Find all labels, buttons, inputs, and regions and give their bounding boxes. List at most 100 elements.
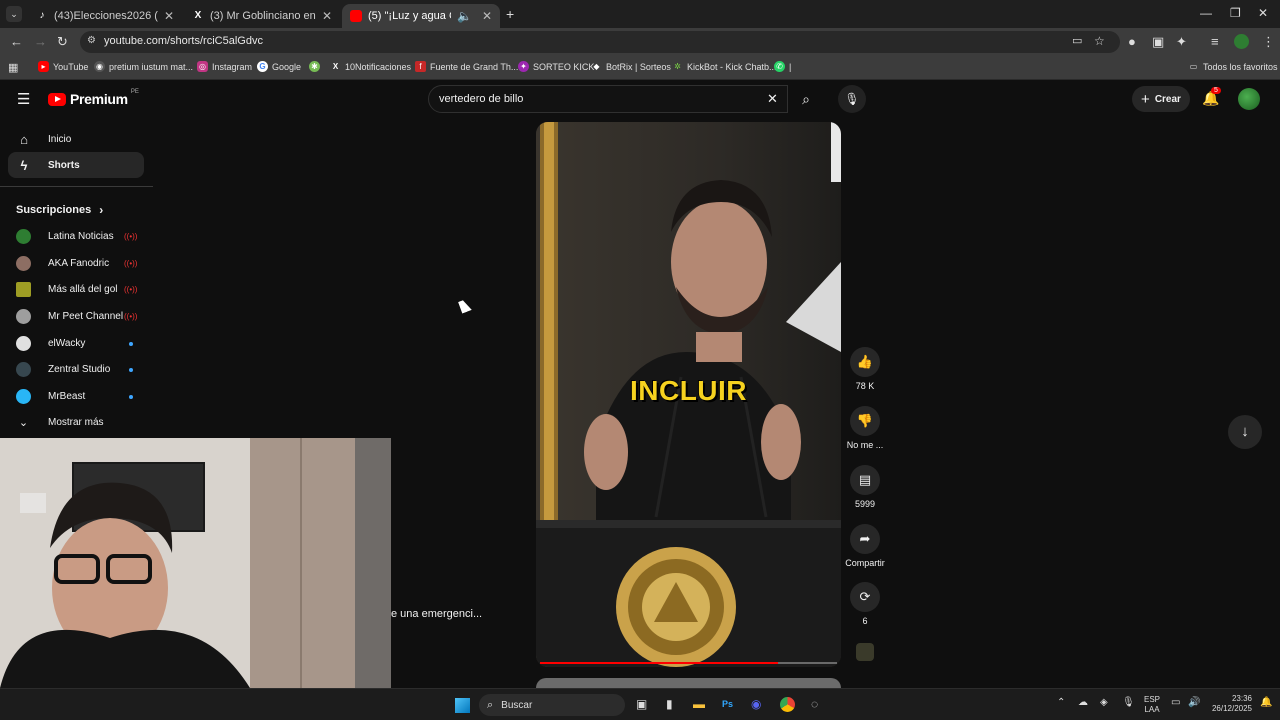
close-tab-icon[interactable]: ✕ [322,9,332,23]
audio-icon[interactable]: 🔈 [457,9,472,23]
photoshop-icon[interactable]: Ps [722,699,733,709]
all-bookmarks[interactable]: ▭ Todos los favoritos [1188,61,1278,72]
remix-button[interactable]: ⟳ 6 [844,582,886,626]
new-tab-icon[interactable]: + [506,6,514,22]
bookmark-instagram[interactable]: ◎ Instagram [197,61,252,72]
address-bar[interactable]: ⚙ youtube.com/shorts/rciC5alGdvc ▭ ☆ [80,31,1120,53]
menu-icon[interactable]: ⋮ [1262,35,1275,49]
display-icon[interactable]: ▭ [1171,697,1180,708]
bookmark-fuente-gta[interactable]: f Fuente de Grand Th... [415,61,518,72]
cast-icon[interactable]: ▭ [1072,34,1082,47]
back-icon[interactable]: ← [10,35,23,49]
subscriptions-header[interactable]: Suscripciones › [16,203,103,217]
app-icon[interactable]: ◌ [811,697,818,711]
bookmark-youtube[interactable]: ▸ YouTube [38,61,88,72]
avatar [16,336,31,351]
extension-icon[interactable]: ▣ [1152,35,1164,49]
apps-icon[interactable]: ▦ [8,61,18,74]
subscription-mr-peet-channel[interactable]: Mr Peet Channel ((•)) [16,309,146,324]
like-button[interactable]: 👍 78 K [844,347,886,391]
minimize-icon[interactable]: — [1200,6,1212,20]
network-icon[interactable]: ◈ [1100,697,1108,708]
bookmark-whatsapp[interactable]: ✆ | [774,61,791,72]
clear-search-icon[interactable]: ✕ [767,91,778,107]
windows-taskbar: ⌕ Buscar ▣ ▮ ▬ Ps ◉ ◌ ⌃ ☁ ◈ 🎙 ESP LAA ▭ 🔊… [0,688,1280,720]
share-button[interactable]: ➦ Compartir [844,524,886,568]
new-content-dot [129,394,133,399]
subscription-latina-noticias[interactable]: Latina Noticias ((•)) [16,229,146,244]
hamburger-menu-icon[interactable]: ☰ [17,90,30,108]
notification-center-icon[interactable]: 🔔 [1260,697,1272,708]
tab-list-icon[interactable]: ⌄ [6,6,22,22]
chrome-icon[interactable] [780,697,795,712]
bookmark-pretium[interactable]: ◉ pretium iustum mat... [94,61,193,72]
avatar [16,229,31,244]
youtube-premium-logo[interactable]: Premium PE [48,89,139,107]
close-tab-icon[interactable]: ✕ [164,9,174,23]
subscription-zentral-studio[interactable]: Zentral Studio [16,362,146,377]
bookmark-botrix[interactable]: ◆ BotRix | Sorteos [591,61,670,72]
kickbot-icon: ✲ [674,62,681,71]
subscription-mrbeast[interactable]: MrBeast [16,389,146,404]
new-content-dot [129,341,133,346]
google-icon: G [257,61,268,72]
plus-icon: + [1141,90,1150,108]
notifications-button[interactable]: 🔔 5 [1202,87,1221,107]
windows-start-icon[interactable] [455,698,470,713]
restore-icon[interactable]: ❐ [1230,6,1241,20]
next-short-preview[interactable] [536,678,841,688]
microphone-icon: 🎙 [844,92,860,106]
site-info-icon[interactable]: ⚙ [87,35,96,46]
profile-avatar[interactable] [1234,34,1249,49]
puzzle-icon[interactable]: ✦ [1176,35,1187,49]
search-input[interactable]: vertedero de billo ✕ [428,85,788,113]
subscription-mas-alla-del-gol[interactable]: Más allá del gol ((•)) [16,282,146,297]
microphone-icon[interactable]: 🎙 [1122,697,1135,708]
taskbar-search[interactable]: ⌕ Buscar [479,694,625,716]
volume-icon[interactable]: 🔊 [1188,697,1200,708]
kick-icon: ✦ [518,61,529,72]
search-query-text: vertedero de billo [439,93,524,105]
search-button[interactable]: ⌕ [790,85,822,113]
show-more-button[interactable]: ⌄ Mostrar más [16,416,146,429]
dislike-button[interactable]: 👎 No me ... [844,406,886,450]
tab-x[interactable]: X (3) Mr Goblinciano en X: "Si pe... ✕ [184,4,340,28]
next-video-button[interactable]: ↓ [1228,415,1262,449]
tab-tiktok[interactable]: ♪ (43)Elecciones2026 (@clipselec... ✕ [28,4,182,28]
bookmark-pinwheel[interactable]: ✱ [309,61,324,72]
bookmark-10notificaciones[interactable]: X 10Notificaciones [330,61,411,72]
bookmark-google[interactable]: G Google [257,61,301,72]
shorts-icon: ϟ [20,157,28,173]
remix-icon: ⟳ [850,582,880,612]
onedrive-icon[interactable]: ☁ [1078,697,1088,708]
sidebar-item-inicio[interactable]: ⌂ Inicio [8,126,144,152]
tab-youtube-active[interactable]: (5) "¡Luz y agua GRATIS!" - Y... 🔈 ✕ [342,4,500,28]
bookmark-star-icon[interactable]: ☆ [1094,34,1105,48]
close-window-icon[interactable]: ✕ [1258,6,1268,20]
language-indicator[interactable]: ESP LAA [1144,695,1160,715]
file-explorer-icon[interactable]: ▬ [693,697,705,711]
video-progress-track[interactable] [540,662,837,664]
account-avatar[interactable] [1238,88,1260,110]
bookmark-kickbot[interactable]: ✲ KickBot - Kick Chatb... [672,61,776,72]
close-tab-icon[interactable]: ✕ [482,9,492,23]
comments-button[interactable]: ▤ 5999 [844,465,886,509]
subscription-elwacky[interactable]: elWacky [16,336,146,351]
sidebar-item-shorts[interactable]: ϟ Shorts [8,152,144,178]
subscription-aka-fanodric[interactable]: AKA Fanodric ((•)) [16,256,146,271]
app-icon[interactable]: ▮ [666,697,673,711]
video-caption: INCLUIR [629,375,748,406]
voice-search-button[interactable]: 🎙 [838,85,866,113]
extension-icon[interactable]: ● [1128,35,1136,49]
task-view-icon[interactable]: ▣ [636,697,647,711]
forward-icon[interactable]: → [34,35,47,49]
discord-icon[interactable]: ◉ [751,697,761,711]
sound-thumbnail[interactable] [856,643,874,661]
chevron-up-icon[interactable]: ⌃ [1057,697,1065,708]
create-button[interactable]: + Crear [1132,86,1190,112]
media-control-icon[interactable]: ≡ [1211,35,1219,49]
reload-icon[interactable]: ↻ [57,35,68,49]
clock[interactable]: 23:36 26/12/2025 [1208,694,1252,714]
bookmark-sorteo-kick[interactable]: ✦ SORTEO KICK [518,61,594,72]
shorts-video-player[interactable]: INCLUIR [536,122,841,667]
